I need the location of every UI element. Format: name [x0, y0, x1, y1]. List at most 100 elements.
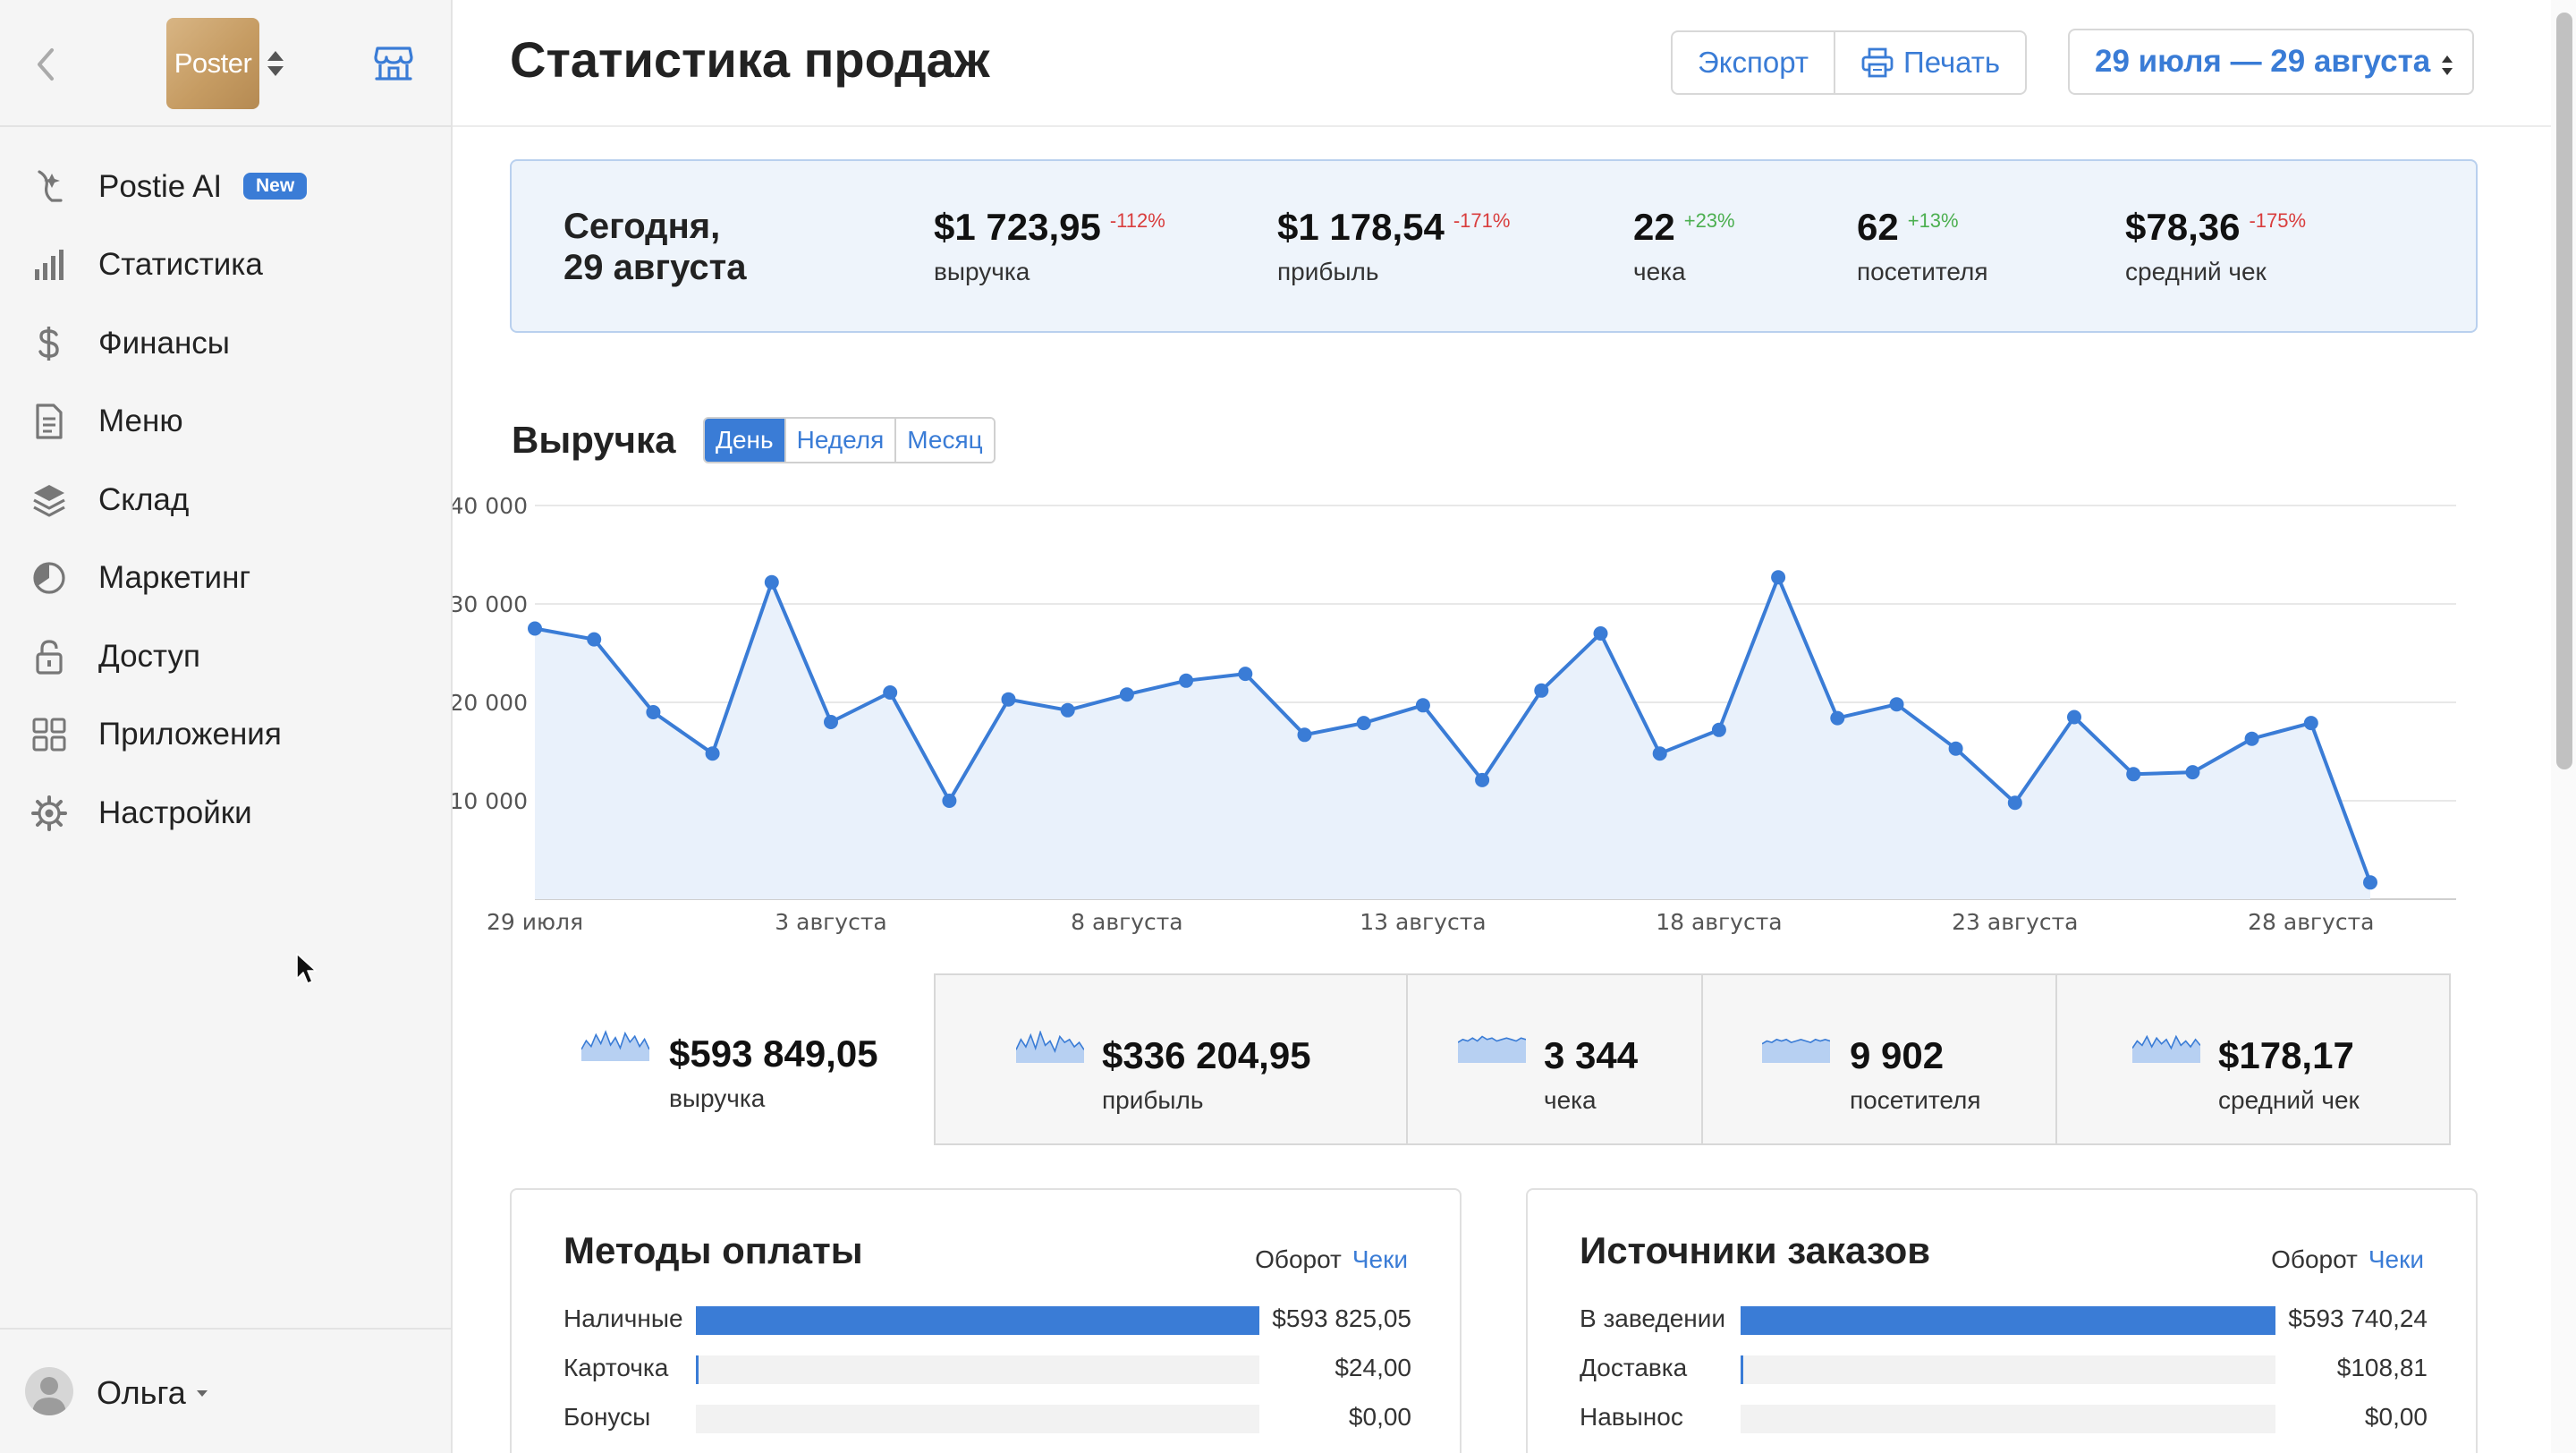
total-value: 3 344 [1544, 1034, 1639, 1076]
page-title: Статистика продаж [510, 31, 990, 88]
bar-value: $593 740,24 [2288, 1304, 2428, 1332]
data-point[interactable] [1179, 673, 1194, 688]
data-point[interactable] [1415, 698, 1430, 713]
layers-icon [33, 484, 65, 517]
x-tick-label: 23 августа [1952, 909, 2078, 935]
data-point[interactable] [1889, 697, 1904, 712]
user-menu[interactable]: Ольга [0, 1328, 451, 1453]
data-point[interactable] [2185, 765, 2200, 780]
sidebar-item-access[interactable]: Доступ [0, 617, 451, 696]
scrollbar-thumb[interactable] [2556, 13, 2572, 769]
toggle-checks[interactable]: Чеки [2368, 1245, 2424, 1273]
brand-logo[interactable]: Poster [166, 18, 259, 109]
data-point[interactable] [2126, 767, 2141, 782]
tab-month[interactable]: Месяц [896, 419, 994, 462]
switch-arrows-icon[interactable] [265, 48, 286, 79]
sidebar-item-finance[interactable]: Финансы [0, 304, 451, 383]
chevron-left-icon[interactable] [27, 39, 66, 89]
sidebar-item-warehouse[interactable]: Склад [0, 461, 451, 540]
total-caption: выручка [669, 1084, 766, 1112]
total-visitors[interactable]: 9 902 посетителя [1701, 973, 2057, 1145]
caret-down-icon[interactable] [195, 1389, 209, 1398]
data-point[interactable] [1475, 772, 1490, 787]
stat-delta: -112% [1109, 209, 1165, 232]
data-point[interactable] [705, 746, 720, 761]
toggle-checks[interactable]: Чеки [1352, 1245, 1408, 1273]
y-tick-label: 30 000 [453, 591, 528, 617]
data-point[interactable] [1948, 741, 1963, 756]
sidebar-item-menu[interactable]: Меню [0, 383, 451, 462]
data-point[interactable] [1593, 626, 1608, 641]
sidebar-item-marketing[interactable]: Маркетинг [0, 540, 451, 618]
data-point[interactable] [2007, 795, 2022, 811]
total-average-check[interactable]: $178,17 средний чек [2055, 973, 2451, 1145]
x-tick-label: 3 августа [775, 909, 886, 935]
sidebar-item-settings[interactable]: Настройки [0, 774, 451, 853]
data-point[interactable] [824, 715, 838, 729]
bar-value: $593 825,05 [1272, 1304, 1411, 1332]
scrollbar[interactable] [2551, 0, 2576, 1453]
bar-value: $108,81 [2336, 1354, 2428, 1381]
metric-toggle: Оборот Чеки [2271, 1245, 2424, 1274]
data-point[interactable] [2244, 731, 2259, 746]
date-range-picker[interactable]: 29 июля — 29 августа [2068, 29, 2474, 95]
toggle-turnover[interactable]: Оборот [2271, 1245, 2358, 1273]
data-point[interactable] [1652, 746, 1667, 761]
toggle-turnover[interactable]: Оборот [1255, 1245, 1342, 1273]
x-tick-label: 28 августа [2248, 909, 2374, 935]
bar-value: $0,00 [1348, 1403, 1411, 1431]
data-point[interactable] [1060, 702, 1075, 718]
sparkline-icon [1016, 1031, 1084, 1063]
data-point[interactable] [528, 621, 542, 636]
avatar[interactable] [25, 1367, 73, 1415]
total-caption: чека [1544, 1086, 1597, 1114]
metric-toggle: Оборот Чеки [1255, 1245, 1408, 1274]
data-point[interactable] [1001, 692, 1016, 707]
sidebar-item-label: Финансы [98, 325, 230, 361]
stat-value: $1 723,95 [934, 206, 1101, 248]
export-button[interactable]: Экспорт [1673, 32, 1835, 93]
tab-week[interactable]: Неделя [785, 419, 897, 462]
data-point[interactable] [2303, 716, 2318, 731]
data-point[interactable] [587, 632, 602, 647]
total-checks[interactable]: 3 344 чека [1406, 973, 1703, 1145]
data-point[interactable] [883, 685, 898, 700]
data-point[interactable] [1238, 667, 1253, 682]
sidebar-item-label: Приложения [98, 717, 282, 752]
store-icon[interactable] [372, 43, 415, 84]
document-icon [36, 404, 63, 439]
bar-fill [696, 1355, 699, 1384]
tab-day[interactable]: День [705, 419, 786, 462]
sort-arrows-icon [2442, 55, 2453, 75]
data-point[interactable] [646, 705, 661, 719]
data-point[interactable] [942, 794, 957, 808]
data-point[interactable] [1771, 570, 1786, 585]
total-revenue[interactable]: $593 849,05 выручка [510, 973, 934, 1145]
data-point[interactable] [1297, 727, 1312, 743]
data-point[interactable] [1711, 722, 1726, 737]
print-button[interactable]: Печать [1835, 32, 2025, 93]
data-point[interactable] [1534, 683, 1549, 698]
y-tick-label: 10 000 [453, 788, 528, 814]
mouse-pointer-icon [296, 953, 317, 984]
sidebar-item-label: Меню [98, 404, 183, 439]
today-summary: Сегодня, 29 августа $1 723,95 -112% выруч… [510, 159, 2478, 333]
bar-label: В заведении [1580, 1304, 1726, 1332]
total-profit-box[interactable]: $336 204,95 прибыль [934, 973, 1408, 1145]
data-point[interactable] [764, 574, 779, 590]
data-point[interactable] [1356, 716, 1371, 731]
pie-chart-icon [33, 562, 65, 594]
sidebar-item-statistics[interactable]: Статистика [0, 226, 451, 305]
data-point[interactable] [1119, 687, 1134, 702]
total-value: $178,17 [2218, 1034, 2354, 1076]
sidebar-item-apps[interactable]: Приложения [0, 696, 451, 775]
sidebar: Poster Postie AI New Статистика Финансы … [0, 0, 453, 1453]
gear-icon [31, 794, 67, 831]
data-point[interactable] [2067, 710, 2081, 725]
user-name[interactable]: Ольга [97, 1374, 186, 1412]
data-point[interactable] [2363, 875, 2377, 890]
data-point[interactable] [1830, 710, 1845, 726]
stat-value: $78,36 [2125, 206, 2241, 248]
total-caption: посетителя [1850, 1086, 1981, 1114]
sidebar-item-postie-ai[interactable]: Postie AI New [0, 148, 451, 226]
